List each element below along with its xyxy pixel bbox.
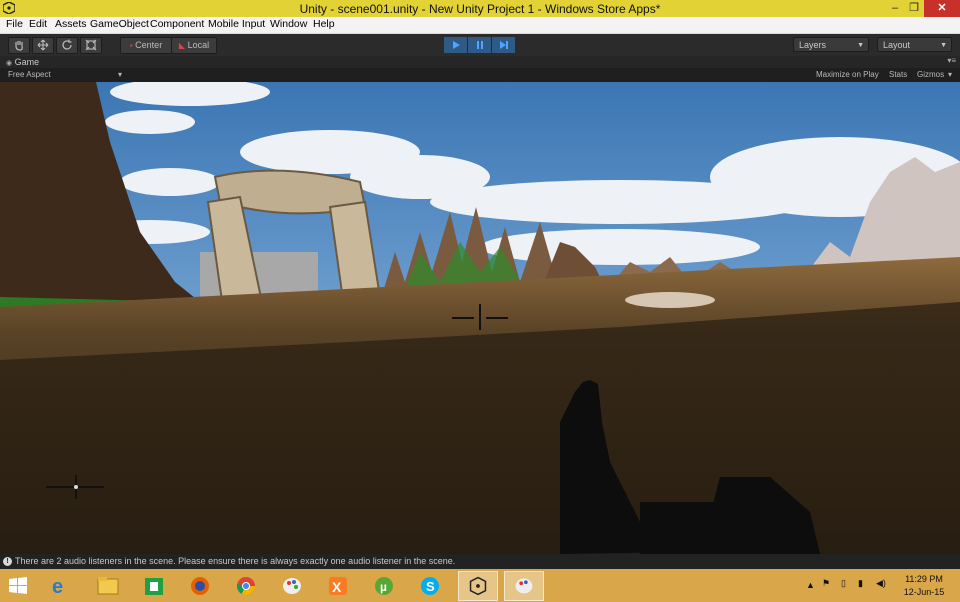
menu-edit[interactable]: Edit bbox=[29, 18, 47, 30]
pivot-icon: ▪ bbox=[129, 41, 133, 50]
store-icon[interactable] bbox=[134, 571, 174, 601]
step-button[interactable] bbox=[492, 37, 515, 53]
firefox-icon[interactable] bbox=[180, 571, 220, 601]
tab-game[interactable]: ◉ Game bbox=[6, 57, 39, 67]
move-tool-button[interactable] bbox=[32, 37, 54, 54]
menu-gameobject[interactable]: GameObject bbox=[90, 18, 149, 30]
local-icon: ◣ bbox=[178, 41, 186, 50]
info-icon: ! bbox=[3, 557, 12, 566]
game-viewport[interactable] bbox=[0, 82, 960, 554]
show-hidden-icons-icon[interactable]: ▲ bbox=[806, 580, 815, 590]
menu-assets[interactable]: Assets bbox=[55, 18, 87, 30]
scale-tool-button[interactable] bbox=[80, 37, 102, 54]
minimize-button[interactable]: – bbox=[885, 0, 905, 17]
maximize-on-play-toggle[interactable]: Maximize on Play bbox=[816, 70, 879, 79]
rotate-icon bbox=[62, 39, 72, 50]
scale-icon bbox=[85, 39, 97, 51]
space-local-label: Local bbox=[187, 40, 210, 50]
skype-icon[interactable]: S bbox=[410, 571, 450, 601]
start-windows-icon[interactable] bbox=[2, 571, 34, 601]
hand-icon bbox=[15, 41, 23, 51]
pivot-center-toggle[interactable]: ▪ Center bbox=[120, 37, 172, 54]
menu-help[interactable]: Help bbox=[313, 18, 335, 30]
chevron-down-icon: ▼ bbox=[940, 42, 947, 49]
action-center-flag-icon[interactable]: ⚑ bbox=[822, 578, 830, 589]
rotate-tool-button[interactable] bbox=[56, 37, 78, 54]
space-local-toggle[interactable]: ◣ Local bbox=[171, 37, 217, 54]
play-button[interactable] bbox=[444, 37, 467, 53]
clock-date: 12-Jun-15 bbox=[903, 587, 945, 597]
step-icon bbox=[499, 41, 508, 49]
game-scene bbox=[0, 82, 960, 554]
chevron-down-icon[interactable]: ▾ bbox=[118, 70, 122, 79]
maximize-button[interactable]: ❐ bbox=[905, 0, 923, 17]
play-controls bbox=[444, 37, 515, 53]
internet-explorer-icon[interactable]: e bbox=[40, 571, 80, 601]
network-signal-icon[interactable]: ▮ bbox=[858, 578, 863, 589]
game-view-icon: ◉ bbox=[6, 60, 13, 67]
game-view-controls: Free Aspect ▾ Maximize on Play Stats Giz… bbox=[0, 68, 960, 82]
stats-toggle[interactable]: Stats bbox=[889, 70, 907, 79]
menu-file[interactable]: File bbox=[6, 18, 23, 30]
menu-window[interactable]: Window bbox=[270, 18, 307, 30]
chevron-down-icon[interactable]: ▾ bbox=[948, 70, 952, 79]
layout-dropdown[interactable]: Layout ▼ bbox=[877, 37, 952, 52]
tab-game-label: Game bbox=[14, 57, 40, 67]
paint-app-icon[interactable] bbox=[272, 571, 312, 601]
window-title: Unity - scene001.unity - New Unity Proje… bbox=[299, 2, 661, 16]
layers-label: Layers bbox=[799, 40, 827, 50]
aspect-dropdown[interactable]: Free Aspect bbox=[8, 70, 51, 79]
console-message: There are 2 audio listeners in the scene… bbox=[15, 556, 456, 566]
title-bar: Unity - scene001.unity - New Unity Proje… bbox=[0, 0, 960, 17]
paint-window-icon[interactable] bbox=[504, 571, 544, 601]
windows-taskbar: e X µ S ▲ ⚑ ▯ ▮ ◀) 11:29 PM 12-Jun-15 bbox=[0, 569, 960, 602]
pause-button[interactable] bbox=[468, 37, 491, 53]
system-clock[interactable]: 11:29 PM 12-Jun-15 bbox=[900, 573, 948, 599]
hand-tool-button[interactable] bbox=[8, 37, 30, 54]
file-explorer-icon[interactable] bbox=[88, 571, 128, 601]
menu-bar: File Edit Assets GameObject Component Mo… bbox=[0, 17, 960, 34]
clock-time: 11:29 PM bbox=[905, 574, 943, 584]
svg-text:X: X bbox=[332, 579, 342, 595]
battery-icon[interactable]: ▯ bbox=[841, 578, 846, 589]
rock-formation bbox=[625, 292, 715, 308]
move-icon bbox=[37, 39, 49, 51]
play-icon bbox=[452, 41, 460, 49]
close-button[interactable]: ✕ bbox=[924, 0, 960, 17]
tab-menu-icon[interactable]: ▾≡ bbox=[947, 56, 956, 65]
toolbar: ▪ Center ◣ Local Layers ▼ Layout ▼ bbox=[0, 34, 960, 56]
unity-taskbar-icon[interactable] bbox=[458, 571, 498, 601]
svg-text:e: e bbox=[52, 576, 63, 598]
menu-component[interactable]: Component bbox=[150, 18, 204, 30]
utorrent-icon[interactable]: µ bbox=[364, 571, 404, 601]
gizmos-dropdown[interactable]: Gizmos bbox=[917, 70, 944, 79]
layout-label: Layout bbox=[883, 40, 911, 50]
chevron-down-icon: ▼ bbox=[857, 42, 864, 49]
game-tab-bar: ◉ Game ▾≡ bbox=[0, 56, 960, 68]
svg-text:S: S bbox=[426, 579, 435, 594]
chrome-icon[interactable] bbox=[226, 571, 266, 601]
console-status-bar[interactable]: ! There are 2 audio listeners in the sce… bbox=[0, 554, 960, 569]
layers-dropdown[interactable]: Layers ▼ bbox=[793, 37, 869, 52]
pause-icon bbox=[476, 41, 483, 49]
volume-icon[interactable]: ◀) bbox=[876, 578, 886, 589]
svg-text:µ: µ bbox=[380, 580, 387, 594]
menu-mobile-input[interactable]: Mobile Input bbox=[208, 18, 265, 30]
xampp-icon[interactable]: X bbox=[318, 571, 358, 601]
pivot-center-label: Center bbox=[135, 40, 163, 50]
